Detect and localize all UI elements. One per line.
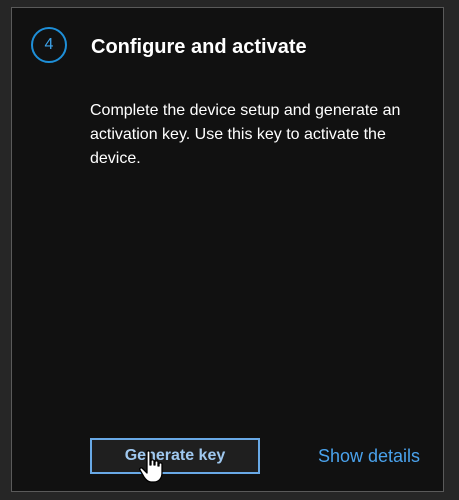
generate-key-button-label: Generate key (124, 447, 226, 464)
step-number-badge: 4 (31, 27, 67, 63)
show-details-link[interactable]: Show details (318, 445, 420, 467)
step-card: 4 Configure and activate Complete the de… (11, 7, 444, 492)
page-background: 4 Configure and activate Complete the de… (0, 0, 459, 500)
generate-key-button[interactable]: Generate key (90, 438, 260, 474)
card-description: Complete the device setup and generate a… (90, 102, 401, 167)
card-title: Configure and activate (91, 36, 307, 58)
step-number: 4 (44, 36, 54, 53)
